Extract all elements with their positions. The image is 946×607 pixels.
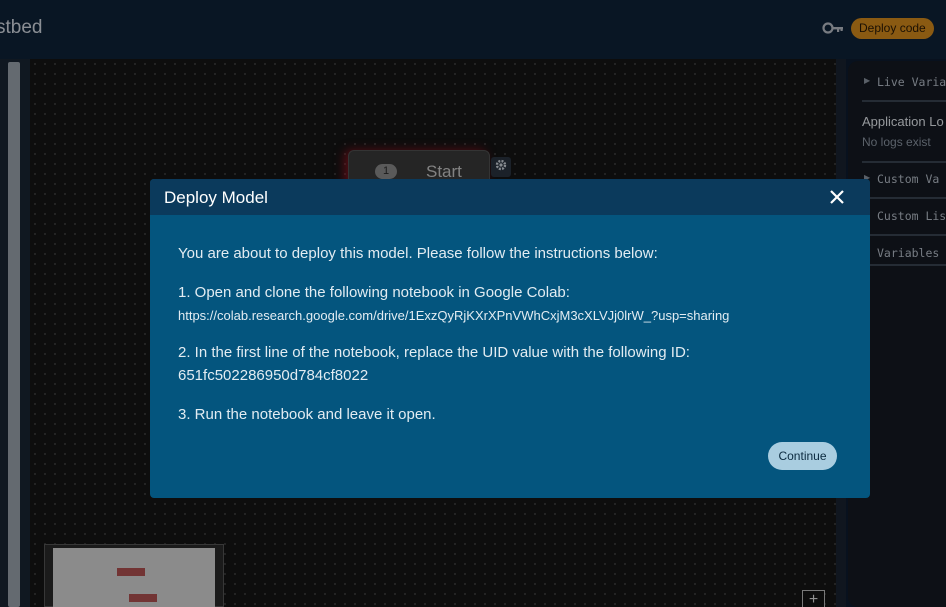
continue-button[interactable]: Continue bbox=[768, 442, 837, 470]
close-icon[interactable] bbox=[828, 188, 846, 206]
dialog-title: Deploy Model bbox=[164, 188, 268, 207]
step-2-text: 2. In the first line of the notebook, re… bbox=[178, 344, 690, 361]
deploy-model-dialog: Deploy Model You are about to deploy thi… bbox=[150, 179, 870, 498]
colab-notebook-link[interactable]: https://colab.research.google.com/drive/… bbox=[178, 308, 729, 323]
dialog-intro: You are about to deploy this model. Plea… bbox=[178, 245, 658, 262]
model-uid-value: 651fc502286950d784cf8022 bbox=[178, 367, 369, 384]
step-3-text: 3. Run the notebook and leave it open. bbox=[178, 406, 436, 423]
dialog-header: Deploy Model bbox=[150, 179, 870, 215]
step-1-text: 1. Open and clone the following notebook… bbox=[178, 284, 570, 301]
